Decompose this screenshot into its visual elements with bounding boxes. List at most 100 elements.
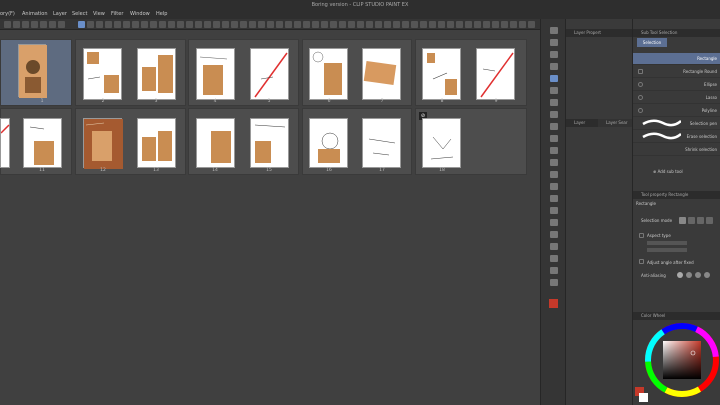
command-button[interactable]	[22, 21, 29, 28]
command-button[interactable]	[285, 21, 292, 28]
eyedropper-icon[interactable]	[550, 99, 558, 106]
page-thumbnail-16[interactable]	[309, 118, 348, 168]
brush-icon[interactable]	[550, 135, 558, 142]
antialias-strong-icon[interactable]	[704, 272, 710, 278]
command-button[interactable]	[49, 21, 56, 28]
frame-icon[interactable]	[550, 231, 558, 238]
adjust-angle-checkbox[interactable]	[639, 259, 644, 264]
menu-window[interactable]: Window	[130, 10, 150, 19]
operation-icon[interactable]	[550, 63, 558, 70]
command-button[interactable]	[366, 21, 373, 28]
subtool-item-erase-selection[interactable]: Erase selection	[633, 131, 720, 143]
page-thumbnail-13[interactable]	[137, 118, 176, 168]
menu-file[interactable]: ory(F)	[0, 10, 15, 19]
menu-help[interactable]: Help	[156, 10, 167, 19]
command-button[interactable]	[456, 21, 463, 28]
selection-icon[interactable]	[550, 75, 558, 82]
command-button[interactable]	[510, 21, 517, 28]
command-button[interactable]	[249, 21, 256, 28]
hand-icon[interactable]	[550, 39, 558, 46]
command-button[interactable]	[96, 21, 103, 28]
page-thumbnail-9[interactable]	[476, 48, 515, 100]
command-button[interactable]	[321, 21, 328, 28]
command-button[interactable]	[330, 21, 337, 28]
page-thumbnail-10[interactable]	[0, 118, 10, 168]
correct-line-icon[interactable]	[550, 279, 558, 286]
command-button[interactable]	[58, 21, 65, 28]
command-button[interactable]	[258, 21, 265, 28]
command-button[interactable]	[483, 21, 490, 28]
command-button[interactable]	[393, 21, 400, 28]
command-button[interactable]	[501, 21, 508, 28]
command-button[interactable]	[420, 21, 427, 28]
auto-select-icon[interactable]	[550, 87, 558, 94]
command-button[interactable]	[240, 21, 247, 28]
checkbox[interactable]	[638, 82, 643, 87]
command-button[interactable]	[123, 21, 130, 28]
command-button[interactable]	[13, 21, 20, 28]
pen-icon[interactable]	[550, 111, 558, 118]
command-button[interactable]	[159, 21, 166, 28]
mode-add-icon[interactable]	[688, 217, 695, 224]
command-button[interactable]	[177, 21, 184, 28]
blend-icon[interactable]	[550, 183, 558, 190]
color-sub-swatch[interactable]	[639, 393, 648, 402]
subtool-item-selection-pen[interactable]: Selection pen	[633, 118, 720, 130]
layer-property-tab[interactable]: Layer Propert	[566, 29, 632, 37]
command-button[interactable]	[186, 21, 193, 28]
page-thumbnail-7[interactable]	[362, 48, 401, 100]
command-button[interactable]	[114, 21, 121, 28]
add-sub-tool-button[interactable]: ⊕ Add sub tool	[653, 169, 683, 174]
pencil-icon[interactable]	[550, 123, 558, 130]
command-button[interactable]	[375, 21, 382, 28]
page-thumbnail-1[interactable]	[18, 44, 47, 98]
command-button[interactable]	[474, 21, 481, 28]
fill-icon[interactable]	[550, 195, 558, 202]
page-thumbnail-5[interactable]	[250, 48, 289, 100]
command-button[interactable]	[492, 21, 499, 28]
checkbox[interactable]	[638, 95, 643, 100]
subtool-item-shrink-selection[interactable]: Shrink selection	[633, 144, 720, 156]
menu-select[interactable]: Select	[72, 10, 87, 19]
command-button[interactable]	[303, 21, 310, 28]
command-button[interactable]	[213, 21, 220, 28]
subtool-item-rectangle-round[interactable]: Rectangle Round	[633, 66, 720, 78]
mode-subtract-icon[interactable]	[697, 217, 704, 224]
antialias-medium-icon[interactable]	[695, 272, 701, 278]
page-thumbnail-15[interactable]	[250, 118, 289, 168]
page-thumbnail-2[interactable]	[83, 48, 122, 100]
subtool-item-polyline[interactable]: Polyline	[633, 105, 720, 117]
command-button[interactable]	[141, 21, 148, 28]
page-thumbnail-12[interactable]	[83, 118, 123, 169]
command-button[interactable]	[204, 21, 211, 28]
command-button[interactable]	[105, 21, 112, 28]
page-thumbnail-3[interactable]	[137, 48, 176, 100]
command-button[interactable]	[40, 21, 47, 28]
menu-layer[interactable]: Layer	[53, 10, 67, 19]
command-button[interactable]	[267, 21, 274, 28]
command-button[interactable]	[312, 21, 319, 28]
command-button[interactable]	[402, 21, 409, 28]
aspect-slider[interactable]	[647, 248, 687, 252]
airbrush-icon[interactable]	[550, 147, 558, 154]
command-button[interactable]	[384, 21, 391, 28]
mode-intersect-icon[interactable]	[706, 217, 713, 224]
layer-tab[interactable]: Layer	[566, 119, 598, 127]
tool-property-tab[interactable]: Tool property Rectangle	[633, 191, 720, 199]
page-view-button[interactable]	[78, 21, 85, 28]
page-thumbnail-14[interactable]	[196, 118, 235, 168]
aspect-checkbox[interactable]	[639, 233, 644, 238]
command-button[interactable]	[87, 21, 94, 28]
layer-search-tab[interactable]: Layer Sear	[598, 119, 632, 127]
command-button[interactable]	[150, 21, 157, 28]
eraser-icon[interactable]	[550, 171, 558, 178]
command-button[interactable]	[168, 21, 175, 28]
command-button[interactable]	[231, 21, 238, 28]
command-button[interactable]	[276, 21, 283, 28]
ruler-icon[interactable]	[550, 243, 558, 250]
aspect-slider[interactable]	[647, 241, 687, 245]
figure-icon[interactable]	[550, 219, 558, 226]
balloon-icon[interactable]	[550, 267, 558, 274]
page-thumbnail-18[interactable]	[422, 118, 461, 168]
command-button[interactable]	[429, 21, 436, 28]
